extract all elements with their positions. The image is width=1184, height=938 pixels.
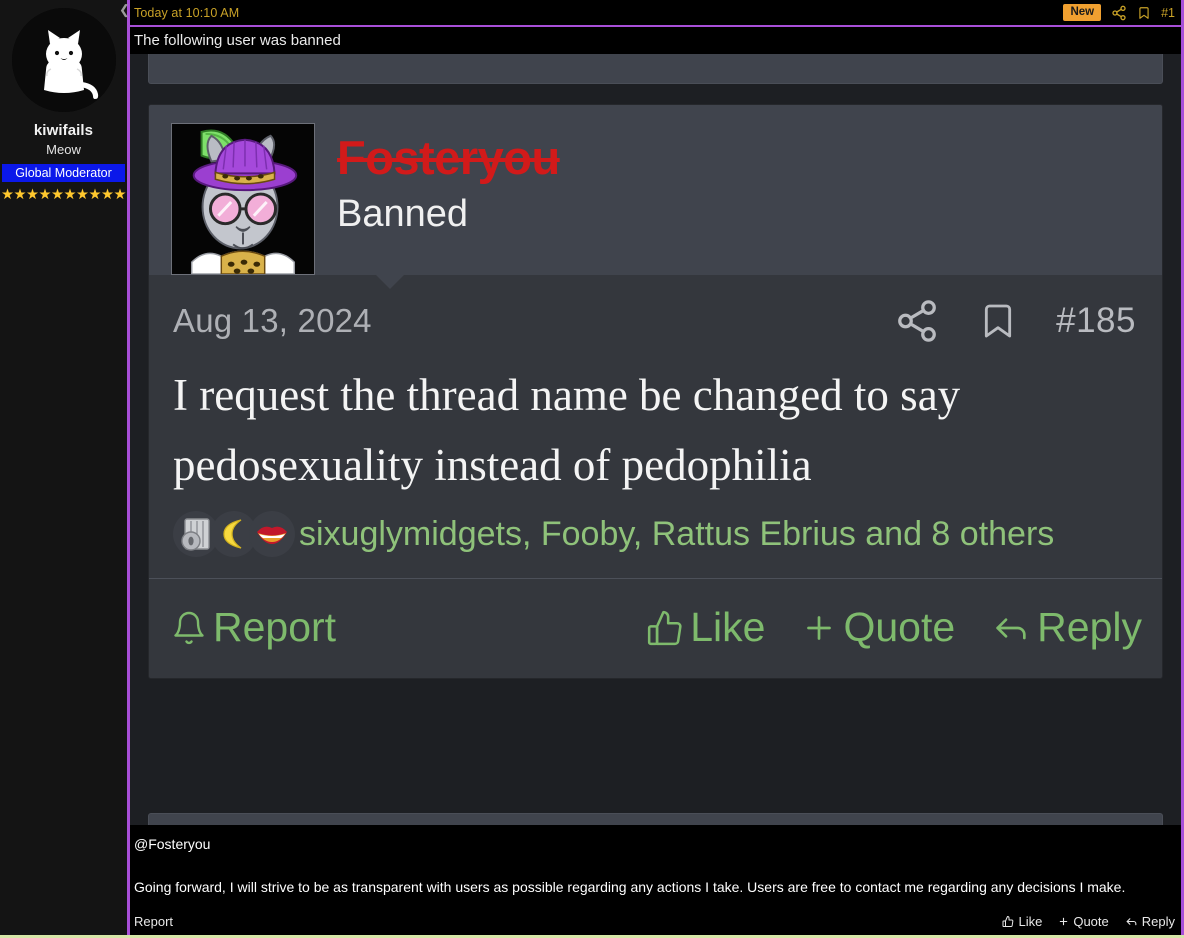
bookmark-icon[interactable] <box>1137 5 1151 21</box>
thread-inner: Fosteryou Banned Aug 13, 2024 #185 I req… <box>148 54 1163 826</box>
new-badge: New <box>1063 4 1102 21</box>
report-button[interactable]: Report <box>171 604 336 651</box>
status-badge: Global Moderator <box>2 164 125 182</box>
like-button[interactable]: Like <box>646 604 765 651</box>
reply-button[interactable]: Reply <box>1125 914 1175 929</box>
header-notch <box>375 274 405 289</box>
post-card: Fosteryou Banned Aug 13, 2024 #185 I req… <box>148 104 1163 680</box>
white-cat-avatar-icon <box>11 8 116 112</box>
post-meta-right-group: #185 <box>894 297 1136 345</box>
post-username[interactable]: Fosteryou <box>337 133 560 183</box>
post-topbar: ❮ Today at 10:10 AM New #1 <box>119 0 1181 27</box>
forum-page: kiwifails Meow Global Moderator ★★★★★★★★… <box>0 0 1184 938</box>
topbar-post-number[interactable]: #1 <box>1161 6 1175 20</box>
share-icon[interactable] <box>1111 5 1127 21</box>
user-info-sidebar: kiwifails Meow Global Moderator ★★★★★★★★… <box>0 0 130 935</box>
thumbs-up-icon <box>646 608 684 648</box>
quote-label: Quote <box>843 604 956 651</box>
mention-link[interactable]: @Fosteryou <box>134 835 1175 855</box>
bell-icon <box>171 608 207 648</box>
report-label: Report <box>213 604 337 651</box>
like-button[interactable]: Like <box>1002 914 1042 929</box>
moderator-post: @Fosteryou Going forward, I will strive … <box>130 825 1181 935</box>
thumbs-up-icon <box>1002 915 1014 928</box>
moderator-post-text: Going forward, I will strive to be as tr… <box>134 879 1126 895</box>
chevron-left-icon: ❮ <box>119 2 130 17</box>
quote-button[interactable]: Quote <box>1058 914 1109 929</box>
like-label: Like <box>690 604 766 651</box>
post-date[interactable]: Aug 13, 2024 <box>173 302 372 340</box>
post-action-bar: Report Like Quote Reply <box>149 578 1162 679</box>
sidebar-username[interactable]: kiwifails <box>0 122 127 139</box>
topbar-right-group: New #1 <box>1063 4 1175 21</box>
plus-icon <box>801 608 837 648</box>
reply-button[interactable]: Reply <box>991 604 1142 651</box>
ban-banner: The following user was banned <box>130 27 1181 54</box>
reply-arrow-icon <box>991 608 1031 648</box>
share-icon[interactable] <box>894 298 940 344</box>
reaction-names[interactable]: sixuglymidgets, Fooby, Rattus Ebrius and… <box>299 509 1136 561</box>
post-reactions[interactable]: sixuglymidgets, Fooby, Rattus Ebrius and… <box>149 501 1162 579</box>
purple-hat-rabbit-avatar-icon <box>172 124 314 274</box>
sidebar-user-title: Meow <box>46 142 81 157</box>
reply-arrow-icon <box>1125 915 1138 928</box>
post-author-block: Fosteryou Banned <box>337 123 560 235</box>
quote-label: Quote <box>1073 914 1109 929</box>
avatar[interactable] <box>11 8 116 112</box>
user-rating-stars: ★★★★★★★★★★ <box>1 187 127 203</box>
post-user-state: Banned <box>337 192 469 235</box>
like-label: Like <box>1018 914 1043 929</box>
post-meta-row: Aug 13, 2024 #185 <box>149 275 1162 351</box>
moderator-post-action-bar: Report Like Quote Reply <box>134 914 1175 931</box>
previous-post-sliver[interactable] <box>148 54 1163 84</box>
main-column: ❮ Today at 10:10 AM New #1 The following… <box>119 0 1184 935</box>
thread-scroll-view[interactable]: Fosteryou Banned Aug 13, 2024 #185 I req… <box>130 54 1181 826</box>
avatar[interactable] <box>171 123 315 275</box>
next-post-sliver[interactable] <box>148 813 1163 826</box>
post-body: I request the thread name be changed to … <box>173 370 961 490</box>
reaction-emoji-group <box>173 510 295 557</box>
post-timestamp[interactable]: Today at 10:10 AM <box>134 6 239 20</box>
report-label: Report <box>134 914 174 929</box>
bookmark-icon[interactable] <box>978 297 1018 345</box>
post-number[interactable]: #185 <box>1056 301 1136 341</box>
post-header: Fosteryou Banned <box>149 105 1162 289</box>
plus-icon <box>1058 915 1069 928</box>
reply-label: Reply <box>1037 604 1142 651</box>
red-lips-emoji-icon <box>249 510 295 557</box>
reply-label: Reply <box>1141 914 1175 929</box>
quote-button[interactable]: Quote <box>801 604 955 651</box>
report-button[interactable]: Report <box>134 914 173 929</box>
moderator-post-actions-right: Like Quote Reply <box>1002 914 1175 929</box>
